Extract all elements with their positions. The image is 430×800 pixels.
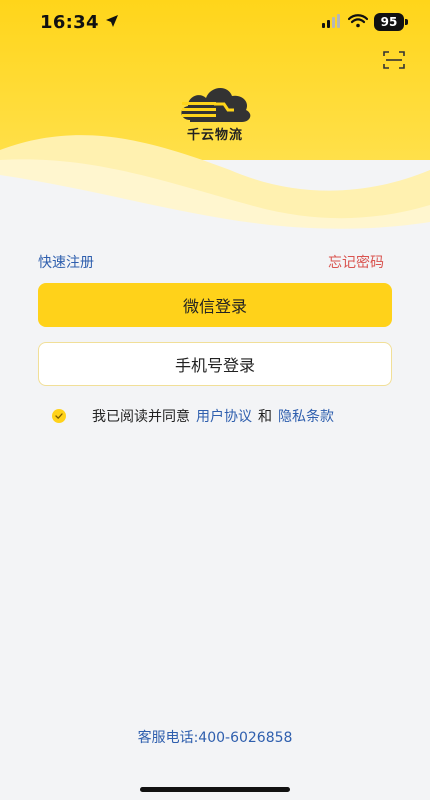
status-bar: 16:34 95 — [0, 0, 430, 44]
battery-indicator: 95 — [374, 13, 408, 31]
agreement-row: 我已阅读并同意 用户协议 和 隐私条款 — [52, 406, 334, 426]
wifi-icon — [347, 13, 369, 32]
home-indicator — [140, 787, 290, 792]
agreement-and: 和 — [258, 409, 272, 425]
scan-icon — [383, 51, 405, 69]
battery-tip — [405, 19, 408, 25]
wechat-login-button[interactable]: 微信登录 — [38, 283, 392, 327]
check-icon — [55, 413, 63, 419]
register-link[interactable]: 快速注册 — [38, 252, 94, 272]
status-time: 16:34 — [40, 11, 99, 33]
battery-level: 95 — [374, 13, 404, 31]
cloud-logo-icon — [181, 87, 251, 122]
status-left: 16:34 — [40, 12, 119, 33]
cellular-signal-icon — [322, 13, 342, 32]
status-right: 95 — [322, 13, 408, 32]
phone-login-button[interactable]: 手机号登录 — [38, 342, 392, 386]
scan-button[interactable] — [382, 48, 406, 72]
brand-name: 千云物流 — [186, 128, 243, 143]
privacy-policy-link[interactable]: 隐私条款 — [278, 406, 334, 426]
location-arrow-icon — [105, 13, 119, 32]
auth-links-row: 快速注册 忘记密码 — [38, 252, 384, 272]
user-agreement-link[interactable]: 用户协议 — [196, 406, 252, 426]
forgot-password-link[interactable]: 忘记密码 — [328, 252, 384, 272]
agreement-prefix: 我已阅读并同意 — [92, 409, 190, 425]
agreement-checkbox[interactable] — [52, 409, 66, 423]
customer-service-phone[interactable]: 客服电话:400-6026858 — [0, 727, 430, 747]
login-screen: 16:34 95 千云物流 快速注册 忘记密码 微信登录 手机号登录 我已阅读并… — [0, 0, 430, 800]
